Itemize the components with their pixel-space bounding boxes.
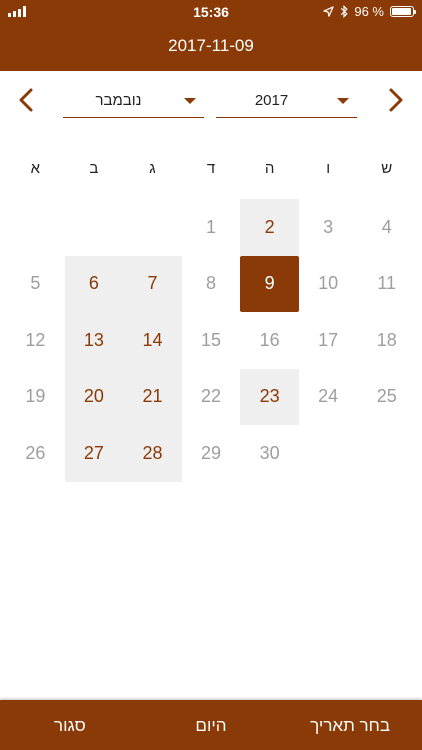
- calendar-week-row: 11 10 9 8 7 6 5: [6, 255, 416, 313]
- weekday-label: ה: [264, 160, 275, 177]
- calendar-day[interactable]: 21: [123, 368, 182, 425]
- close-button[interactable]: סגור: [54, 716, 86, 736]
- calendar-day[interactable]: 3: [299, 199, 358, 256]
- month-value: נובמבר: [95, 92, 142, 109]
- prev-month-button[interactable]: [10, 84, 42, 116]
- app-header: 15:36 96 % 2017-11-09: [0, 0, 422, 71]
- status-bar: 15:36 96 %: [0, 0, 422, 24]
- calendar-day[interactable]: 10: [299, 256, 358, 313]
- weekday-label: א: [30, 160, 41, 177]
- calendar-day[interactable]: 29: [182, 425, 241, 482]
- selected-date-title: 2017-11-09: [168, 36, 254, 55]
- calendar-day[interactable]: 25: [357, 369, 416, 426]
- calendar-day[interactable]: 22: [182, 369, 241, 426]
- calendar-week-row: 18 17 16 15 14 13 12: [6, 312, 416, 369]
- calendar-day[interactable]: 5: [6, 256, 65, 313]
- weekday-label: ש: [381, 160, 393, 177]
- calendar-day[interactable]: 17: [299, 312, 358, 369]
- caret-down-icon: [337, 98, 349, 104]
- calendar-day[interactable]: 27: [64, 425, 124, 482]
- weekday-label: ג: [149, 160, 156, 177]
- calendar-day-selected[interactable]: 9: [240, 255, 299, 312]
- battery-percent: 96 %: [354, 4, 384, 19]
- chevron-right-icon: [389, 88, 403, 112]
- calendar-week-row: 30 29 28 27 26: [6, 425, 416, 482]
- calendar-day[interactable]: 13: [64, 312, 124, 369]
- calendar-week-row: 4321: [6, 199, 416, 256]
- calendar-day[interactable]: 2: [240, 199, 299, 256]
- calendar-day[interactable]: 28: [123, 425, 182, 482]
- status-right: 96 %: [323, 4, 416, 19]
- calendar-day[interactable]: 11: [357, 256, 416, 313]
- battery-icon: [390, 6, 416, 17]
- chevron-left-icon: [19, 88, 33, 112]
- footer-bar: בחר תאריך היום סגור: [0, 700, 422, 750]
- calendar-day[interactable]: 16: [240, 312, 299, 369]
- calendar-day[interactable]: 14: [123, 312, 182, 369]
- calendar-day[interactable]: 6: [64, 255, 124, 312]
- choose-date-button[interactable]: בחר תאריך: [310, 716, 390, 736]
- calendar-day[interactable]: 4: [357, 199, 416, 256]
- calendar-day[interactable]: 15: [182, 312, 241, 369]
- calendar-empty-cell: [65, 199, 124, 256]
- calendar-empty-cell: [6, 199, 65, 256]
- weekday-label: ב: [89, 160, 99, 177]
- calendar-day[interactable]: 19: [6, 369, 65, 426]
- calendar-day[interactable]: 8: [182, 256, 241, 313]
- calendar-empty-cell: [299, 425, 358, 482]
- calendar-day[interactable]: 23: [240, 368, 299, 425]
- calendar-day[interactable]: 20: [64, 368, 124, 425]
- calendar-empty-cell: [123, 199, 182, 256]
- calendar-day[interactable]: 18: [357, 312, 416, 369]
- today-button[interactable]: היום: [195, 716, 226, 735]
- month-dropdown[interactable]: נובמבר: [63, 84, 204, 118]
- calendar-day[interactable]: 12: [6, 312, 65, 369]
- next-month-button[interactable]: [380, 84, 412, 116]
- weekday-header: ש ו ה ד ג ב א: [6, 160, 416, 184]
- calendar-grid: 4 3 2 1 11 10 9 8 7 6 5 18 17 16 15 14 13 12 25 24 23 22 21 20 1…: [6, 199, 416, 482]
- calendar-day[interactable]: 7: [123, 255, 182, 312]
- bluetooth-icon: [341, 5, 348, 18]
- calendar-day[interactable]: 1: [182, 199, 241, 256]
- location-arrow-icon: [323, 6, 335, 17]
- calendar-empty-cell: [357, 425, 416, 482]
- calendar-day[interactable]: 30: [240, 425, 299, 482]
- calendar-week-row: 25 24 23 22 21 20 19: [6, 368, 416, 426]
- weekday-label: ו: [326, 160, 331, 177]
- calendar-day[interactable]: 26: [6, 425, 65, 482]
- caret-down-icon: [184, 98, 196, 104]
- calendar-day[interactable]: 24: [299, 369, 358, 426]
- weekday-label: ד: [206, 160, 216, 177]
- year-value: 2017: [254, 92, 289, 109]
- year-dropdown[interactable]: 2017: [216, 84, 357, 118]
